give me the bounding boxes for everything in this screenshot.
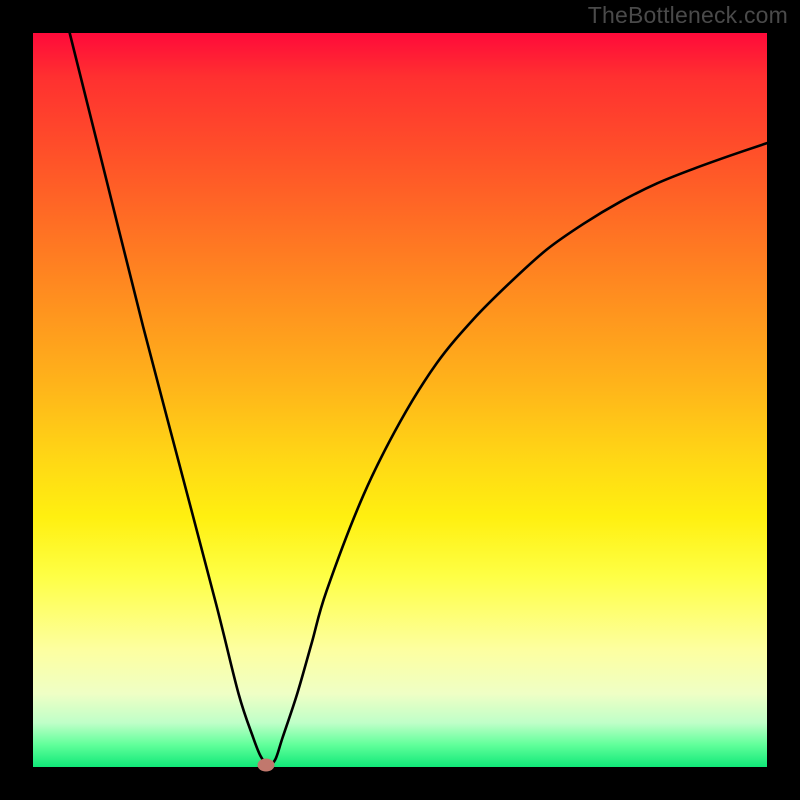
chart-frame: TheBottleneck.com	[0, 0, 800, 800]
watermark-text: TheBottleneck.com	[588, 2, 788, 29]
minimum-marker	[258, 758, 275, 771]
plot-gradient-background	[33, 33, 767, 767]
